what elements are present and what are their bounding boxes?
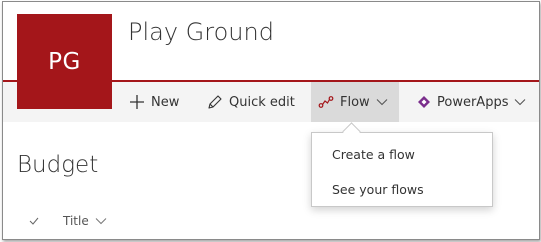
column-header-title[interactable]: Title [63,214,89,228]
plus-icon [129,94,145,110]
site-logo[interactable]: PG [17,14,112,109]
chevron-down-icon[interactable] [95,217,107,225]
flow-label: Flow [340,94,370,110]
flow-dropdown-menu: Create a flow See your flows [311,132,493,207]
flow-button[interactable]: Flow [311,82,399,122]
site-title[interactable]: Play Ground [128,18,274,46]
chevron-down-icon [376,98,388,106]
pencil-icon [207,94,223,110]
new-button-label: New [151,94,180,110]
quick-edit-button[interactable]: Quick edit [207,82,295,122]
page-title: Budget [17,152,99,178]
sharepoint-window: PG Play Ground New Quick edit Flow Power… [2,1,540,240]
menu-item-see-flows[interactable]: See your flows [332,182,424,197]
chevron-down-icon [514,98,526,106]
quick-edit-label: Quick edit [229,94,295,110]
select-all-check-icon[interactable] [29,217,39,225]
site-logo-text: PG [48,48,81,75]
powerapps-icon [417,95,431,109]
powerapps-label: PowerApps [437,94,509,110]
powerapps-button[interactable]: PowerApps [417,82,526,122]
flow-icon [318,95,334,109]
new-button[interactable]: New [129,82,179,122]
menu-item-create-flow[interactable]: Create a flow [332,147,415,162]
list-column-header: Title [29,212,107,230]
